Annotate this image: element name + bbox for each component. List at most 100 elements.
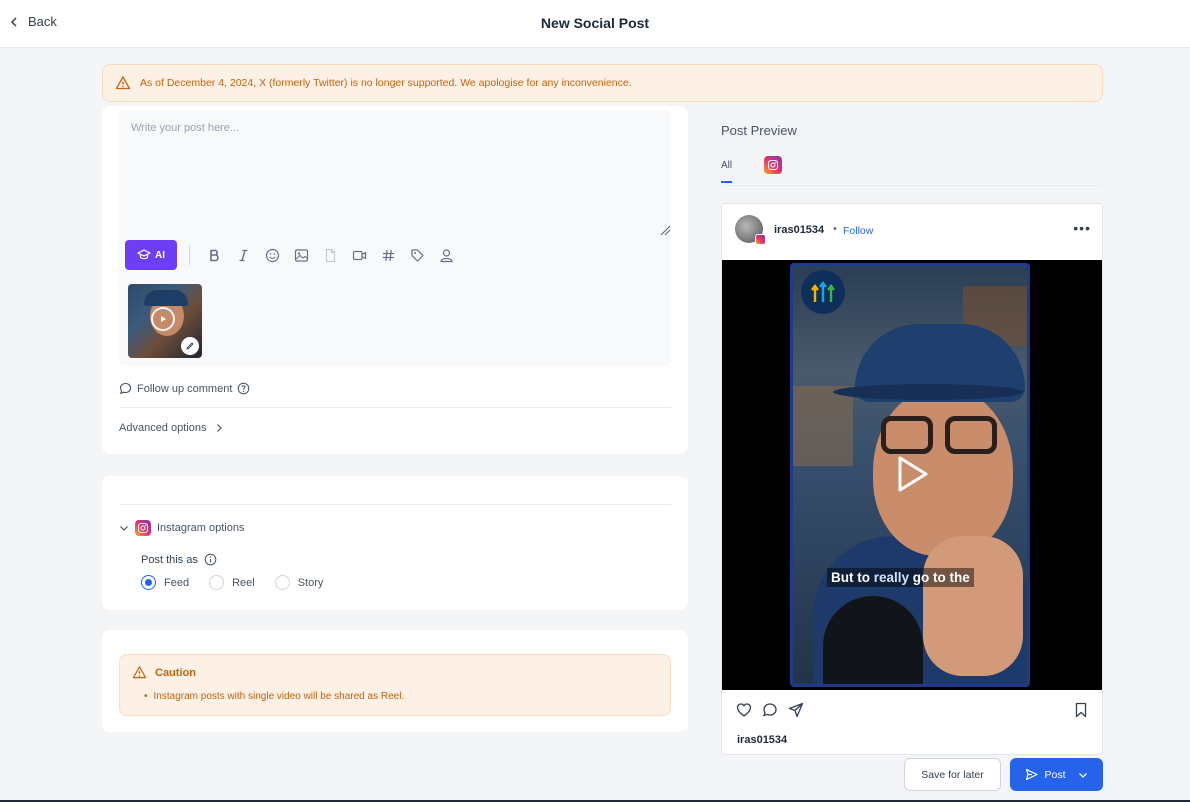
video-caption-after: go to the [909,570,970,585]
advanced-options-label: Advanced options [119,422,207,434]
radio-button[interactable] [209,575,225,590]
bookmark-icon[interactable] [1073,702,1089,718]
play-icon[interactable] [888,452,932,496]
ai-assist-button[interactable]: AI [125,240,177,270]
save-for-later-button[interactable]: Save for later [904,758,1001,791]
comment-icon[interactable] [762,702,778,718]
caution-title: Caution [132,665,196,680]
person-icon [440,248,453,262]
follow-up-label: Follow up comment [137,382,233,395]
instagram-icon [135,520,151,536]
caution-item: Instagram posts with single video will b… [144,691,405,702]
tag-icon [411,248,424,262]
radio-label: Story [297,576,324,589]
follow-up-comment-toggle[interactable]: Follow up comment [119,382,250,395]
italic-button[interactable] [229,240,258,270]
emoji-icon [265,248,280,262]
hashtag-icon [382,249,394,261]
instagram-options-toggle[interactable]: Instagram options [119,520,244,536]
preview-actions [736,702,804,718]
post-text-input[interactable] [119,110,671,230]
instagram-options-card: Instagram options Post this as Feed Reel… [102,476,688,610]
toolbar-divider [189,245,190,265]
emoji-button[interactable] [258,240,287,270]
send-icon[interactable] [788,702,804,718]
help-icon[interactable] [237,382,250,395]
post-composer: AI [119,110,671,366]
warning-icon [115,76,131,90]
tab-instagram[interactable] [764,156,782,174]
post-label: Post [1044,768,1066,781]
bold-icon [210,249,219,261]
post-preview-title: Post Preview [721,123,797,138]
video-caption-highlight: really [873,570,910,585]
divider [119,504,671,505]
composer-card: AI [102,106,688,454]
pencil-icon [186,342,194,350]
more-options-icon[interactable]: ••• [1073,220,1091,236]
info-icon[interactable] [204,553,217,566]
send-icon [1026,768,1039,781]
tab-all[interactable]: All [721,160,733,183]
video-icon [352,250,367,260]
file-button[interactable] [316,240,345,270]
radio-story[interactable]: Story [274,575,324,590]
advanced-options-toggle[interactable]: Advanced options [119,422,224,434]
post-type-radio-group: Feed Reel Story [141,575,343,590]
warning-text: As of December 4, 2024, X (formerly Twit… [140,77,632,89]
graduation-cap-icon [137,249,151,260]
preview-video[interactable]: But to really go to the [722,260,1102,690]
top-bar: Back New Social Post [0,0,1190,48]
formatting-toolbar: AI [125,240,461,270]
page-title: New Social Post [540,15,650,31]
brand-logo-icon [801,270,845,314]
post-as-label: Post this as [141,553,198,566]
chevron-down-icon [120,526,128,531]
caution-title-text: Caution [155,666,196,679]
follow-link[interactable]: Follow [843,225,873,237]
caution-card: Caution Instagram posts with single vide… [102,630,688,732]
instagram-icon [764,156,782,174]
image-icon [294,248,309,262]
video-caption: But to really go to the [827,568,974,587]
warning-icon [132,666,147,679]
heart-icon[interactable] [736,702,752,718]
instagram-options-label: Instagram options [157,522,245,534]
radio-button-checked[interactable] [141,575,156,590]
avatar [735,215,766,245]
image-button[interactable] [287,240,316,270]
post-button[interactable]: Post [1010,758,1103,791]
chevron-right-icon [217,424,223,432]
edit-media-button[interactable] [181,337,199,355]
ai-label: AI [155,249,165,261]
preview-post-header: iras01534 • Follow ••• [722,204,1102,259]
chevron-down-icon[interactable] [1078,770,1088,780]
deprecation-warning-banner: As of December 4, 2024, X (formerly Twit… [102,64,1103,102]
radio-feed[interactable]: Feed [141,575,189,590]
post-as-row: Post this as [141,553,217,566]
video-frame: But to really go to the [790,263,1030,687]
mention-button[interactable] [432,240,461,270]
file-icon [325,248,336,262]
radio-button[interactable] [274,575,290,590]
hashtag-button[interactable] [374,240,403,270]
caption-username: iras01534 [737,734,788,746]
instagram-post-preview: iras01534 • Follow ••• But to really go … [721,203,1103,755]
play-icon [151,307,175,331]
caution-box: Caution Instagram posts with single vide… [119,654,671,716]
separator-dot: • [833,223,837,235]
radio-label: Feed [164,576,190,589]
video-button[interactable] [345,240,374,270]
radio-label: Reel [232,576,255,589]
attached-video-thumbnail[interactable] [128,284,202,358]
instagram-badge-icon [755,234,766,245]
bold-button[interactable] [200,240,229,270]
resize-handle-icon[interactable] [659,224,671,236]
radio-reel[interactable]: Reel [209,575,255,590]
preview-username: iras01534 [774,224,825,236]
preview-tabs: All [721,156,1103,186]
tag-button[interactable] [403,240,432,270]
video-caption-before: But to [831,570,874,585]
italic-icon [239,249,248,261]
divider [119,407,671,408]
